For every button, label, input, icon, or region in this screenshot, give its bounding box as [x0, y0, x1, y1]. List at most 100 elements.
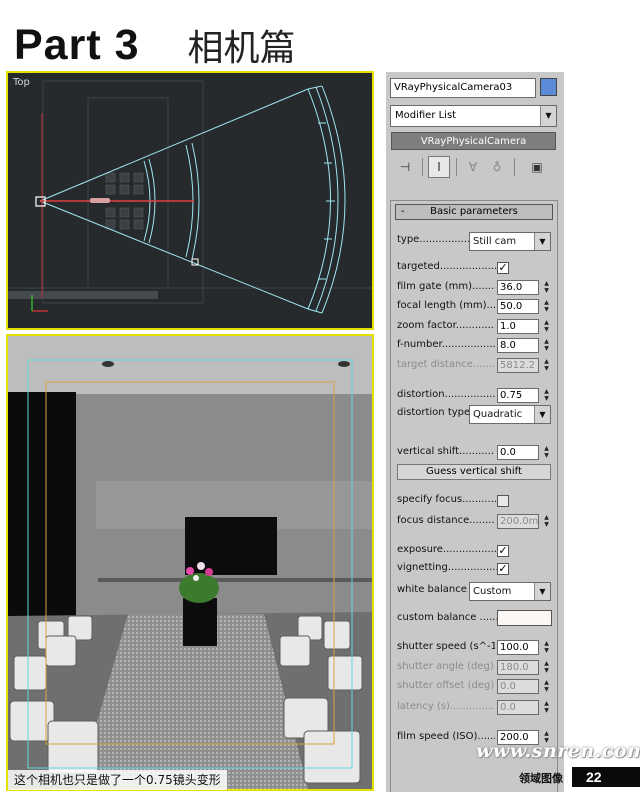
part-title: Part 3	[14, 20, 140, 69]
spinner-arrows-icon[interactable]: ▲ ▼	[542, 388, 551, 403]
param-shutter-speed: shutter speed (s^-1). 100.0 ▲ ▼	[397, 639, 557, 657]
spinner-arrows-icon[interactable]: ▲ ▼	[542, 299, 551, 314]
page-number-box: 22	[572, 767, 640, 787]
white-balance-value: Custom	[473, 586, 512, 597]
plant-stand	[183, 598, 217, 646]
rollout-title: Basic parameters	[430, 206, 518, 217]
rollout-header[interactable]: - Basic parameters	[395, 204, 553, 220]
target-distance-label: target distance.........	[397, 359, 495, 370]
targeted-checkbox[interactable]: ✓	[497, 262, 509, 274]
white-balance-dropdown[interactable]: Custom ▼	[469, 582, 551, 601]
show-end-result-icon[interactable]: I	[428, 156, 450, 178]
latency-label: latency (s)...............	[397, 701, 495, 712]
site-watermark: www.snren.com	[476, 740, 640, 762]
zoom-factor-input[interactable]: 1.0	[497, 319, 539, 334]
wall-shelf	[98, 578, 372, 582]
param-f-number: f-number.................. 8.0 ▲ ▼	[397, 337, 557, 355]
configure-modifier-sets-icon[interactable]: ▣	[526, 156, 548, 178]
param-custom-balance: custom balance ......	[397, 610, 557, 628]
object-name-field[interactable]: VRayPhysicalCamera03	[390, 78, 536, 98]
param-shutter-angle: shutter angle (deg).. 180.0 ▲ ▼	[397, 659, 557, 677]
param-shutter-offset: shutter offset (deg).. 0.0 ▲ ▼	[397, 678, 557, 696]
top-viewport[interactable]: Top	[6, 71, 374, 330]
chevron-down-icon[interactable]: ▼	[534, 583, 550, 600]
spinner-arrows-icon[interactable]: ▲ ▼	[542, 514, 551, 529]
type-dropdown[interactable]: Still cam ▼	[469, 232, 551, 251]
param-vignetting: vignetting.................. ✓	[397, 560, 557, 578]
custom-balance-label: custom balance ......	[397, 612, 499, 623]
plan-wall	[8, 291, 158, 299]
chevron-down-icon[interactable]: ▼	[540, 106, 556, 126]
white-balance-label: white balance	[397, 584, 467, 595]
targeted-label: targeted..................	[397, 261, 498, 272]
target-distance-input[interactable]: 5812.2	[497, 358, 539, 373]
exposure-checkbox[interactable]: ✓	[497, 545, 509, 557]
camera-viewport[interactable]	[6, 334, 374, 791]
f-number-input[interactable]: 8.0	[497, 338, 539, 353]
type-label: type................	[397, 234, 471, 245]
remove-modifier-icon[interactable]: ♁	[486, 156, 508, 178]
param-type: type................ Still cam ▼	[397, 232, 557, 251]
type-value: Still cam	[473, 236, 517, 247]
vertical-shift-input[interactable]: 0.0	[497, 445, 539, 460]
object-color-swatch[interactable]	[540, 78, 557, 96]
distortion-type-dropdown[interactable]: Quadratic ▼	[469, 405, 551, 424]
page-number: 22	[586, 769, 602, 785]
film-gate-input[interactable]: 36.0	[497, 280, 539, 295]
chevron-down-icon[interactable]: ▼	[534, 233, 550, 250]
param-zoom-factor: zoom factor.............. 1.0 ▲ ▼	[397, 318, 557, 336]
vertical-shift-label: vertical shift............	[397, 446, 495, 457]
spinner-arrows-icon[interactable]: ▲ ▼	[542, 445, 551, 460]
distortion-input[interactable]: 0.75	[497, 388, 539, 403]
top-view-drawing	[8, 80, 372, 314]
spinner-arrows-icon[interactable]: ▲ ▼	[542, 358, 551, 373]
spinner-arrows-icon[interactable]: ▲ ▼	[542, 700, 551, 715]
chevron-down-icon[interactable]: ▼	[534, 406, 550, 423]
modify-panel: VRayPhysicalCamera03 Modifier List ▼ VRa…	[386, 72, 564, 792]
modifier-stack-item[interactable]: VRayPhysicalCamera	[391, 132, 556, 150]
param-target-distance: target distance......... 5812.2 ▲ ▼	[397, 357, 557, 375]
param-focal-length: focal length (mm)..... 50.0 ▲ ▼	[397, 298, 557, 316]
param-targeted: targeted.................. ✓	[397, 259, 557, 277]
spinner-arrows-icon[interactable]: ▲ ▼	[542, 280, 551, 295]
stack-toolbar: ⊣ I ∀ ♁ ▣	[394, 156, 554, 178]
rendered-scene	[8, 336, 372, 789]
make-unique-icon[interactable]: ∀	[462, 156, 484, 178]
spinner-arrows-icon[interactable]: ▲ ▼	[542, 679, 551, 694]
latency-input[interactable]: 0.0	[497, 700, 539, 715]
vignetting-checkbox[interactable]: ✓	[497, 563, 509, 575]
ceiling-light	[102, 361, 114, 367]
collapse-icon[interactable]: -	[401, 205, 405, 219]
param-latency: latency (s)............... 0.0 ▲ ▼	[397, 699, 557, 717]
param-exposure: exposure.................. ✓	[397, 542, 557, 560]
spinner-arrows-icon[interactable]: ▲ ▼	[542, 338, 551, 353]
film-gate-label: film gate (mm)..........	[397, 281, 495, 292]
shutter-speed-input[interactable]: 100.0	[497, 640, 539, 655]
focus-distance-input[interactable]: 200.0m	[497, 514, 539, 529]
param-film-gate: film gate (mm).......... 36.0 ▲ ▼	[397, 279, 557, 297]
figure-caption: 这个相机也只是做了一个0.75镜头变形	[8, 770, 227, 790]
basic-parameters-rollout: - Basic parameters type................ …	[390, 200, 558, 792]
spinner-arrows-icon[interactable]: ▲ ▼	[542, 319, 551, 334]
specify-focus-checkbox[interactable]	[497, 495, 509, 507]
exposure-label: exposure..................	[397, 544, 501, 555]
pin-stack-icon[interactable]: ⊣	[394, 156, 416, 178]
ceiling	[8, 336, 372, 394]
custom-balance-color-swatch[interactable]	[497, 610, 552, 626]
modifier-list-label: Modifier List	[395, 110, 457, 121]
vignetting-label: vignetting..................	[397, 562, 506, 573]
param-distortion: distortion.................. 0.75 ▲ ▼	[397, 387, 557, 405]
distortion-type-value: Quadratic	[473, 409, 523, 420]
page-header: Part 3 相机篇	[14, 20, 296, 70]
focal-length-input[interactable]: 50.0	[497, 299, 539, 314]
param-white-balance: white balance Custom ▼	[397, 582, 557, 601]
spinner-arrows-icon[interactable]: ▲ ▼	[542, 660, 551, 675]
shutter-angle-input[interactable]: 180.0	[497, 660, 539, 675]
modifier-list-dropdown[interactable]: Modifier List ▼	[390, 105, 557, 127]
toolbar-divider	[422, 158, 423, 176]
shutter-offset-input[interactable]: 0.0	[497, 679, 539, 694]
camera-frustum	[39, 85, 346, 314]
guess-vertical-shift-button[interactable]: Guess vertical shift	[397, 464, 551, 480]
distortion-label: distortion..................	[397, 389, 495, 400]
spinner-arrows-icon[interactable]: ▲ ▼	[542, 640, 551, 655]
